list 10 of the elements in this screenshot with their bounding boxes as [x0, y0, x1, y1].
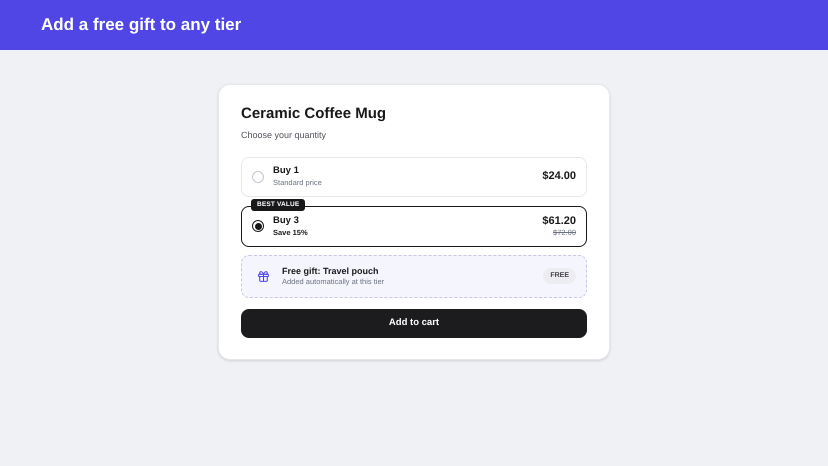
gift-title: Free gift: Travel pouch — [282, 265, 380, 277]
option-label: Buy 1 — [273, 165, 300, 177]
radio-button[interactable] — [252, 220, 264, 232]
option-price: $61.20 — [542, 214, 576, 228]
add-to-cart-button[interactable]: Add to cart — [241, 308, 587, 338]
option-price: $24.00 — [542, 170, 576, 183]
product-subtitle: Choose your quantity — [241, 129, 328, 142]
option-label: Buy 3 — [273, 214, 300, 226]
product-title: Ceramic Coffee Mug — [241, 105, 388, 123]
page-title: Add a free gift to any tier — [41, 14, 242, 36]
